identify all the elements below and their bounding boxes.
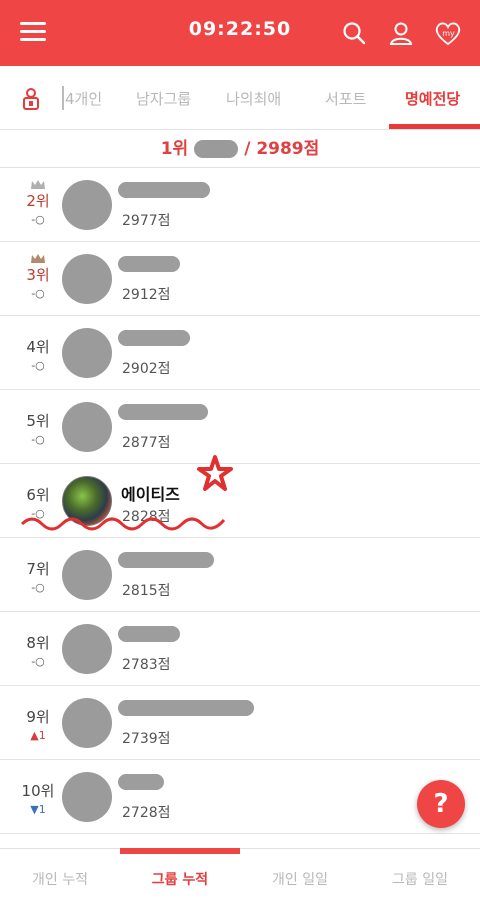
score: 2783점	[122, 657, 171, 673]
redacted-name	[118, 626, 180, 642]
first-score: / 2989점	[244, 139, 320, 159]
redacted-name	[194, 140, 239, 158]
score: 2728점	[122, 805, 171, 821]
rank-block: 9위 ▲1	[18, 706, 58, 742]
tab-support[interactable]: 서포트	[325, 88, 366, 109]
bottom-nav: 개인 누적 그룹 누적 개인 일일 그룹 일일	[0, 848, 480, 904]
rank-label: 5위	[26, 412, 50, 430]
rank-label: 3위	[26, 266, 50, 284]
tab-my-favorite[interactable]: 나의최애	[226, 88, 281, 109]
rank-change: -○	[31, 581, 45, 594]
score: 2902점	[122, 361, 171, 377]
rank-block: 7위 -○	[18, 558, 58, 594]
person-lock-icon	[20, 86, 42, 112]
avatar	[62, 624, 112, 674]
redacted-name	[118, 552, 214, 568]
score: 2739점	[122, 731, 171, 747]
underline-doodle	[20, 517, 226, 531]
ranking-row[interactable]: 8위 -○ 2783점	[0, 612, 480, 686]
rank-block: 3위 -○	[18, 254, 58, 300]
top-bar: 09:22:50 my	[0, 0, 480, 66]
search-icon[interactable]	[339, 18, 369, 48]
avatar	[62, 328, 112, 378]
rank-change: -○	[31, 655, 45, 668]
rank-block: 5위 -○	[18, 410, 58, 446]
avatar	[62, 772, 112, 822]
crown-icon	[31, 254, 45, 263]
rank-label: 10위	[21, 782, 55, 800]
avatar	[62, 550, 112, 600]
avatar	[62, 254, 112, 304]
avatar	[62, 402, 112, 452]
tab-boy-group[interactable]: 남자그룹	[136, 88, 191, 109]
help-button[interactable]: ?	[417, 780, 465, 828]
rank-label: 2위	[26, 192, 50, 210]
ranking-row[interactable]: 9위 ▲1 2739점	[0, 686, 480, 760]
redacted-name	[118, 256, 180, 272]
ranking-row[interactable]: 7위 -○ 2815점	[0, 538, 480, 612]
first-rank: 1위	[160, 139, 189, 159]
rank-block: 4위 -○	[18, 336, 58, 372]
bottom-nav-indicator	[120, 848, 240, 854]
rank-block: 10위 ▼1	[18, 780, 58, 816]
tab-hall-of-fame[interactable]: 명예전당	[405, 88, 460, 109]
group-name: 에이티즈	[121, 485, 180, 504]
my-label: my	[442, 29, 455, 38]
rank-change-up: ▲1	[30, 729, 46, 742]
rank-change: -○	[31, 359, 45, 372]
score: 2912점	[122, 287, 171, 303]
rank-change: -○	[31, 213, 45, 226]
nav-individual-cumulative[interactable]: 개인 누적	[0, 869, 120, 889]
rank-label: 6위	[26, 486, 50, 504]
user-icon[interactable]	[386, 18, 416, 48]
rank-label: 9위	[26, 708, 50, 726]
rank-block: 2위 -○	[18, 180, 58, 226]
rank-change: -○	[31, 287, 45, 300]
first-place-banner: 1위 / 2989점	[0, 130, 480, 168]
ranking-row[interactable]: 10위 ▼1 2728점	[0, 760, 480, 834]
rank-change: -○	[31, 433, 45, 446]
nav-individual-daily[interactable]: 개인 일일	[240, 869, 360, 889]
redacted-name	[118, 774, 164, 790]
score: 2977점	[122, 213, 171, 229]
ranking-row[interactable]: 5위 -○ 2877점	[0, 390, 480, 464]
tab-individual[interactable]: 4개인	[65, 88, 102, 109]
active-tab-indicator	[389, 124, 480, 129]
redacted-name	[118, 330, 190, 346]
ranking-row[interactable]: 4위 -○ 2902점	[0, 316, 480, 390]
rank-block: 8위 -○	[18, 632, 58, 668]
heart-my-icon[interactable]: my	[433, 18, 463, 48]
ranking-row[interactable]: 3위 -○ 2912점	[0, 242, 480, 316]
crown-icon	[31, 180, 45, 189]
ranking-row[interactable]: 2위 -○ 2977점	[0, 168, 480, 242]
avatar	[62, 180, 112, 230]
avatar	[62, 698, 112, 748]
star-doodle	[197, 455, 233, 491]
rank-label: 4위	[26, 338, 50, 356]
nav-group-cumulative[interactable]: 그룹 누적	[120, 869, 240, 889]
score: 2877점	[122, 435, 171, 451]
category-tabs: 4개인 남자그룹 나의최애 서포트 명예전당	[0, 66, 480, 130]
redacted-name	[118, 404, 208, 420]
rank-label: 8위	[26, 634, 50, 652]
score: 2815점	[122, 583, 171, 599]
redacted-name	[118, 182, 210, 198]
rank-change-down: ▼1	[30, 803, 46, 816]
nav-group-daily[interactable]: 그룹 일일	[360, 869, 480, 889]
redacted-name	[118, 700, 254, 716]
rank-label: 7위	[26, 560, 50, 578]
tab-divider	[62, 86, 64, 110]
